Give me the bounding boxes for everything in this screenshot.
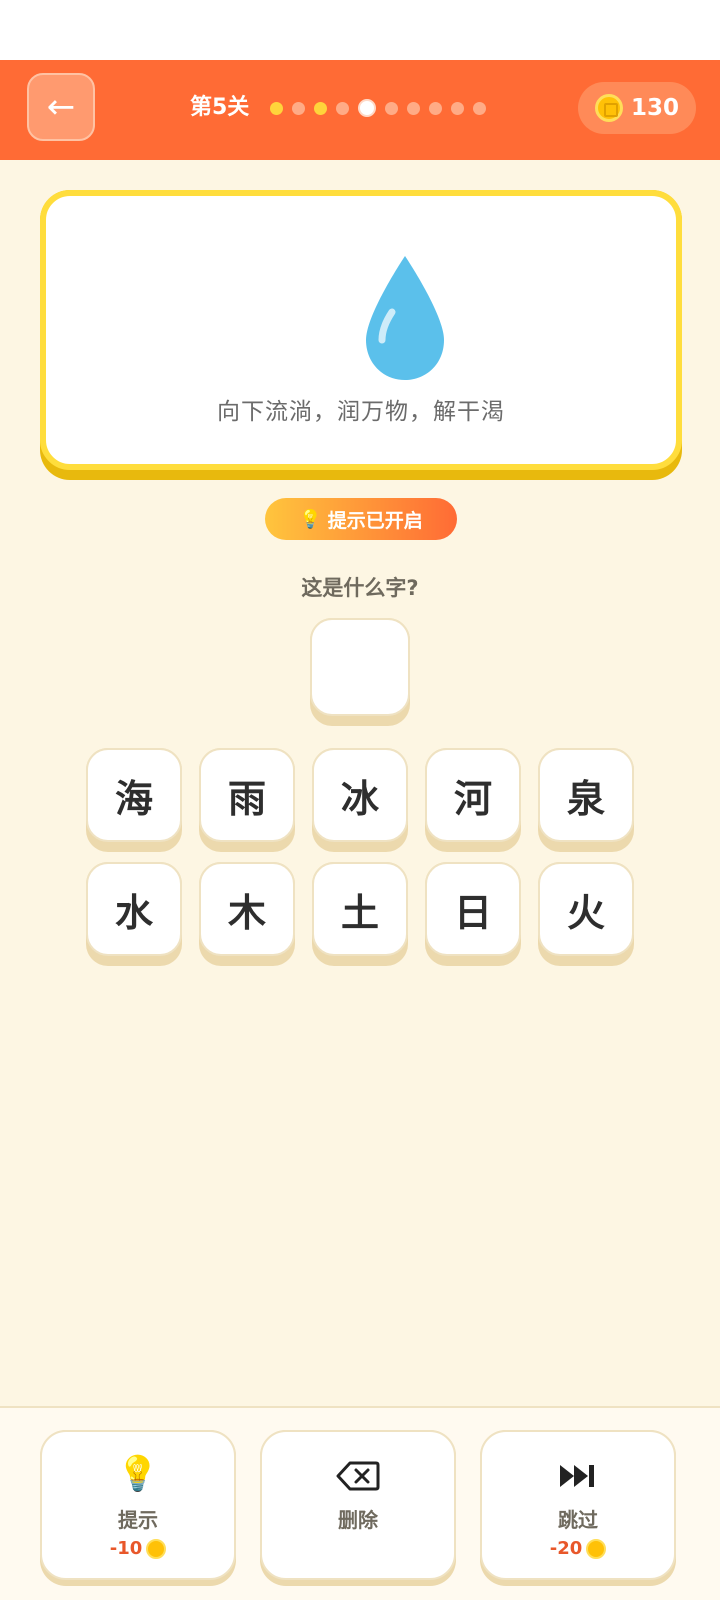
char-tile[interactable]: 木 (199, 862, 295, 966)
char-tile[interactable]: 水 (86, 862, 182, 966)
progress-dot (314, 101, 327, 115)
delete-button-label: 删除 (338, 1508, 378, 1532)
char-tile-label: 河 (425, 748, 521, 842)
char-tile-label: 木 (199, 862, 295, 956)
char-tile[interactable]: 冰 (312, 748, 408, 852)
coin-icon (594, 94, 623, 122)
hint-button[interactable]: 💡 提示 -10 (40, 1430, 236, 1586)
char-tile[interactable]: 日 (425, 862, 521, 966)
skip-cost-value: -20 (549, 1538, 583, 1559)
answer-slot-face (310, 618, 410, 716)
hint-button-label: 提示 (118, 1508, 158, 1532)
question-text: 这是什么字? (301, 576, 419, 600)
water-drop-icon (366, 256, 444, 380)
hint-enabled-badge: 💡 提示已开启 (265, 498, 457, 540)
backspace-icon (262, 1452, 454, 1496)
hint-badge-label: 提示已开启 (327, 509, 423, 532)
char-tile[interactable]: 海 (86, 748, 182, 852)
hint-button-face: 💡 提示 -10 (40, 1430, 236, 1580)
char-tile[interactable]: 火 (538, 862, 634, 966)
char-tile-label: 雨 (199, 748, 295, 842)
lightbulb-icon: 💡 (116, 1454, 160, 1494)
coin-count: 130 (630, 95, 679, 121)
skip-cost: -20 (482, 1538, 674, 1559)
delete-button[interactable]: 删除 (260, 1430, 456, 1586)
lightbulb-icon: 💡 (299, 508, 322, 530)
level-progress-dots (270, 99, 486, 117)
status-bar (0, 0, 720, 60)
char-tile[interactable]: 雨 (199, 748, 295, 852)
progress-dot (385, 101, 398, 115)
back-arrow-icon: ← (46, 87, 76, 127)
skip-button[interactable]: 跳过 -20 (480, 1430, 676, 1586)
char-tile-label: 海 (86, 748, 182, 842)
progress-dot (292, 101, 305, 115)
hint-cost: -10 (42, 1538, 234, 1559)
answer-slot[interactable] (310, 618, 410, 726)
char-tile[interactable]: 土 (312, 862, 408, 966)
back-button[interactable]: ← (27, 73, 95, 141)
progress-dot-current (358, 99, 376, 117)
progress-dot (451, 101, 464, 115)
action-bar: 💡 提示 -10 删除 跳过 -20 (0, 1408, 720, 1600)
clue-text: 向下流淌，润万物，解干渴 (217, 399, 505, 425)
clue-card: 向下流淌，润万物，解干渴 (40, 190, 682, 480)
level-title: 第5关 (190, 95, 250, 120)
progress-dot (407, 101, 420, 115)
progress-dot (429, 101, 442, 115)
char-tile-label: 火 (538, 862, 634, 956)
skip-button-face: 跳过 -20 (480, 1430, 676, 1580)
delete-button-face: 删除 (260, 1430, 456, 1580)
progress-dot (270, 101, 283, 115)
char-tile[interactable]: 泉 (538, 748, 634, 852)
char-tile-label: 泉 (538, 748, 634, 842)
coin-balance: 130 (578, 82, 696, 134)
char-tile-label: 土 (312, 862, 408, 956)
char-tile-label: 日 (425, 862, 521, 956)
progress-dot (336, 101, 349, 115)
skip-button-label: 跳过 (558, 1508, 598, 1532)
top-bar: ← 第5关 130 (0, 60, 720, 160)
char-tile[interactable]: 河 (425, 748, 521, 852)
progress-dot (473, 101, 486, 115)
coin-icon (146, 1538, 167, 1559)
skip-forward-icon (482, 1452, 674, 1496)
char-tile-label: 冰 (312, 748, 408, 842)
clue-card-face: 向下流淌，润万物，解干渴 (40, 190, 682, 470)
coin-icon (586, 1538, 607, 1559)
char-tile-label: 水 (86, 862, 182, 956)
hint-cost-value: -10 (109, 1538, 143, 1559)
